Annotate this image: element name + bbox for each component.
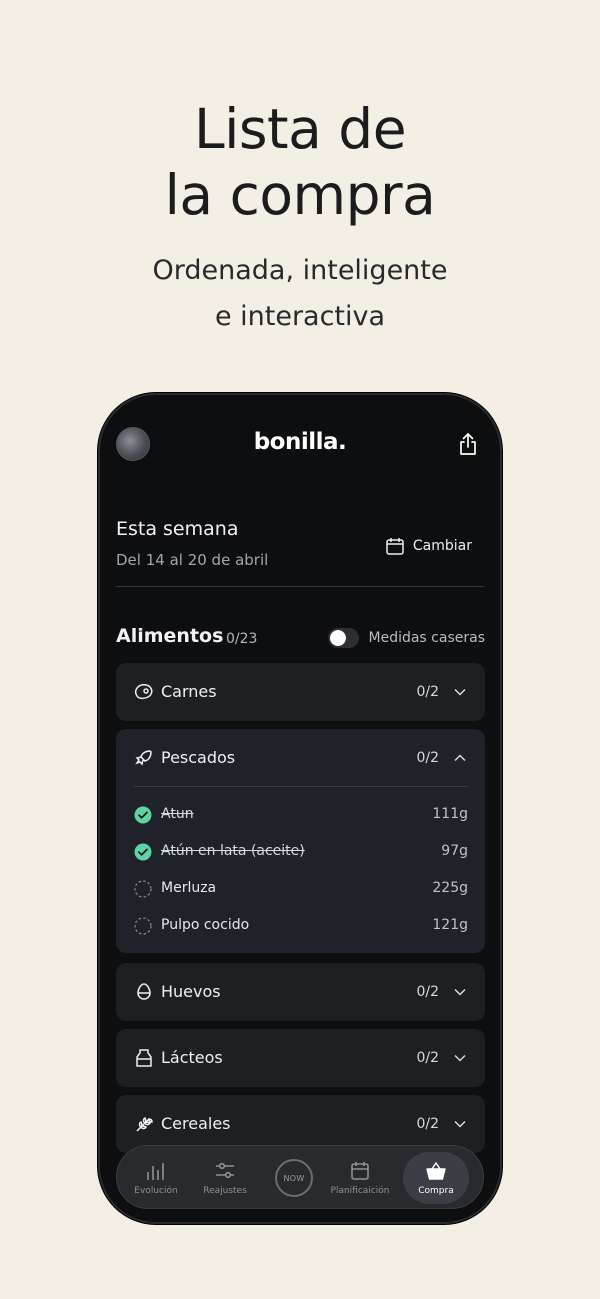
app-screen: bonilla. Esta semana Del 14 al 20 de abr… [100,395,500,1222]
category-label: Cereales [161,1114,231,1133]
category-label: Lácteos [161,1048,223,1067]
now-button[interactable]: NOW [275,1159,313,1197]
tab-compra[interactable]: Compra [403,1152,469,1204]
category-huevos[interactable]: Huevos 0/2 [116,963,485,1021]
category-count: 0/2 [416,684,439,700]
category-pescados[interactable]: Pescados 0/2 Atun 111g Atún en lata (ace… [116,729,485,953]
tab-planificacion[interactable]: Planificaición [327,1146,393,1210]
item-quantity: 225g [432,880,468,896]
divider [116,586,484,587]
foods-title: Alimentos [116,625,224,647]
chevron-down-icon [454,1054,466,1062]
category-label: Huevos [161,982,221,1001]
tab-label: Planificaición [330,1185,390,1196]
chevron-down-icon [454,988,466,996]
unchecked-icon[interactable] [134,917,152,935]
category-header[interactable]: Lácteos 0/2 [116,1029,485,1087]
week-title: Esta semana [116,518,239,540]
basket-icon [426,1161,446,1180]
item-quantity: 111g [432,806,468,822]
checked-icon[interactable] [134,806,152,824]
foods-count: 0/23 [226,631,258,647]
change-week-button[interactable]: Cambiar [385,533,472,559]
grain-icon [136,1116,153,1132]
category-header[interactable]: Huevos 0/2 [116,963,485,1021]
category-label: Pescados [161,748,236,767]
category-label: Carnes [161,682,217,701]
item-label: Atun [161,806,194,822]
list-item[interactable]: Atún en lata (aceite) 97g [116,840,485,864]
tab-label: Compra [418,1185,454,1196]
category-divider [134,786,468,787]
item-label: Pulpo cocido [161,917,250,933]
chevron-down-icon [454,688,466,696]
category-count: 0/2 [416,1050,439,1066]
chart-bars-icon [147,1162,164,1180]
home-measures-label: Medidas caseras [368,630,486,646]
list-item[interactable]: Merluza 225g [116,877,485,901]
promo-subtitle: Ordenada, inteligente e interactiva [0,248,600,340]
egg-icon [137,983,151,1000]
share-icon [460,433,476,455]
category-count: 0/2 [416,1116,439,1132]
share-button[interactable] [456,431,480,457]
category-header[interactable]: Carnes 0/2 [116,663,485,721]
week-range: Del 14 al 20 de abril [116,551,269,569]
change-week-label: Cambiar [412,538,472,554]
chevron-down-icon [454,1120,466,1128]
calendar-icon [386,538,404,555]
promo-title: Lista de la compra [0,96,600,228]
fish-icon [135,750,152,766]
list-item[interactable]: Atun 111g [116,803,485,827]
calendar-icon [351,1161,369,1180]
phone-frame: bonilla. Esta semana Del 14 al 20 de abr… [98,393,502,1224]
tab-label: Reajustes [203,1185,247,1196]
app-logo: bonilla. [253,429,347,455]
tab-evolucion[interactable]: Evolución [123,1146,189,1210]
promo-subtitle-line1: Ordenada, inteligente [152,255,448,286]
promo-title-line2: la compra [164,163,436,227]
milk-icon [136,1049,152,1067]
checked-icon[interactable] [134,843,152,861]
promo-subtitle-line2: e interactiva [214,301,386,332]
sliders-icon [216,1162,234,1178]
promo-title-line1: Lista de [193,97,407,161]
category-header[interactable]: Pescados 0/2 [116,729,485,787]
item-quantity: 97g [441,843,468,859]
bottom-tab-bar: Evolución Reajustes NOW Planificaición C… [116,1145,484,1209]
chevron-up-icon [454,754,466,762]
meat-icon [134,684,153,700]
home-measures-toggle[interactable] [327,628,359,648]
item-label: Merluza [161,880,217,896]
category-count: 0/2 [416,750,439,766]
category-lacteos[interactable]: Lácteos 0/2 [116,1029,485,1087]
category-count: 0/2 [416,984,439,1000]
home-measures-toggle-row: Medidas caseras [327,628,486,648]
top-bar: bonilla. [100,395,500,495]
tab-reajustes[interactable]: Reajustes [192,1146,258,1210]
item-quantity: 121g [432,917,468,933]
list-item[interactable]: Pulpo cocido 121g [116,914,485,938]
tab-label: Evolución [134,1185,178,1196]
item-label: Atún en lata (aceite) [161,843,305,859]
category-carnes[interactable]: Carnes 0/2 [116,663,485,721]
unchecked-icon[interactable] [134,880,152,898]
